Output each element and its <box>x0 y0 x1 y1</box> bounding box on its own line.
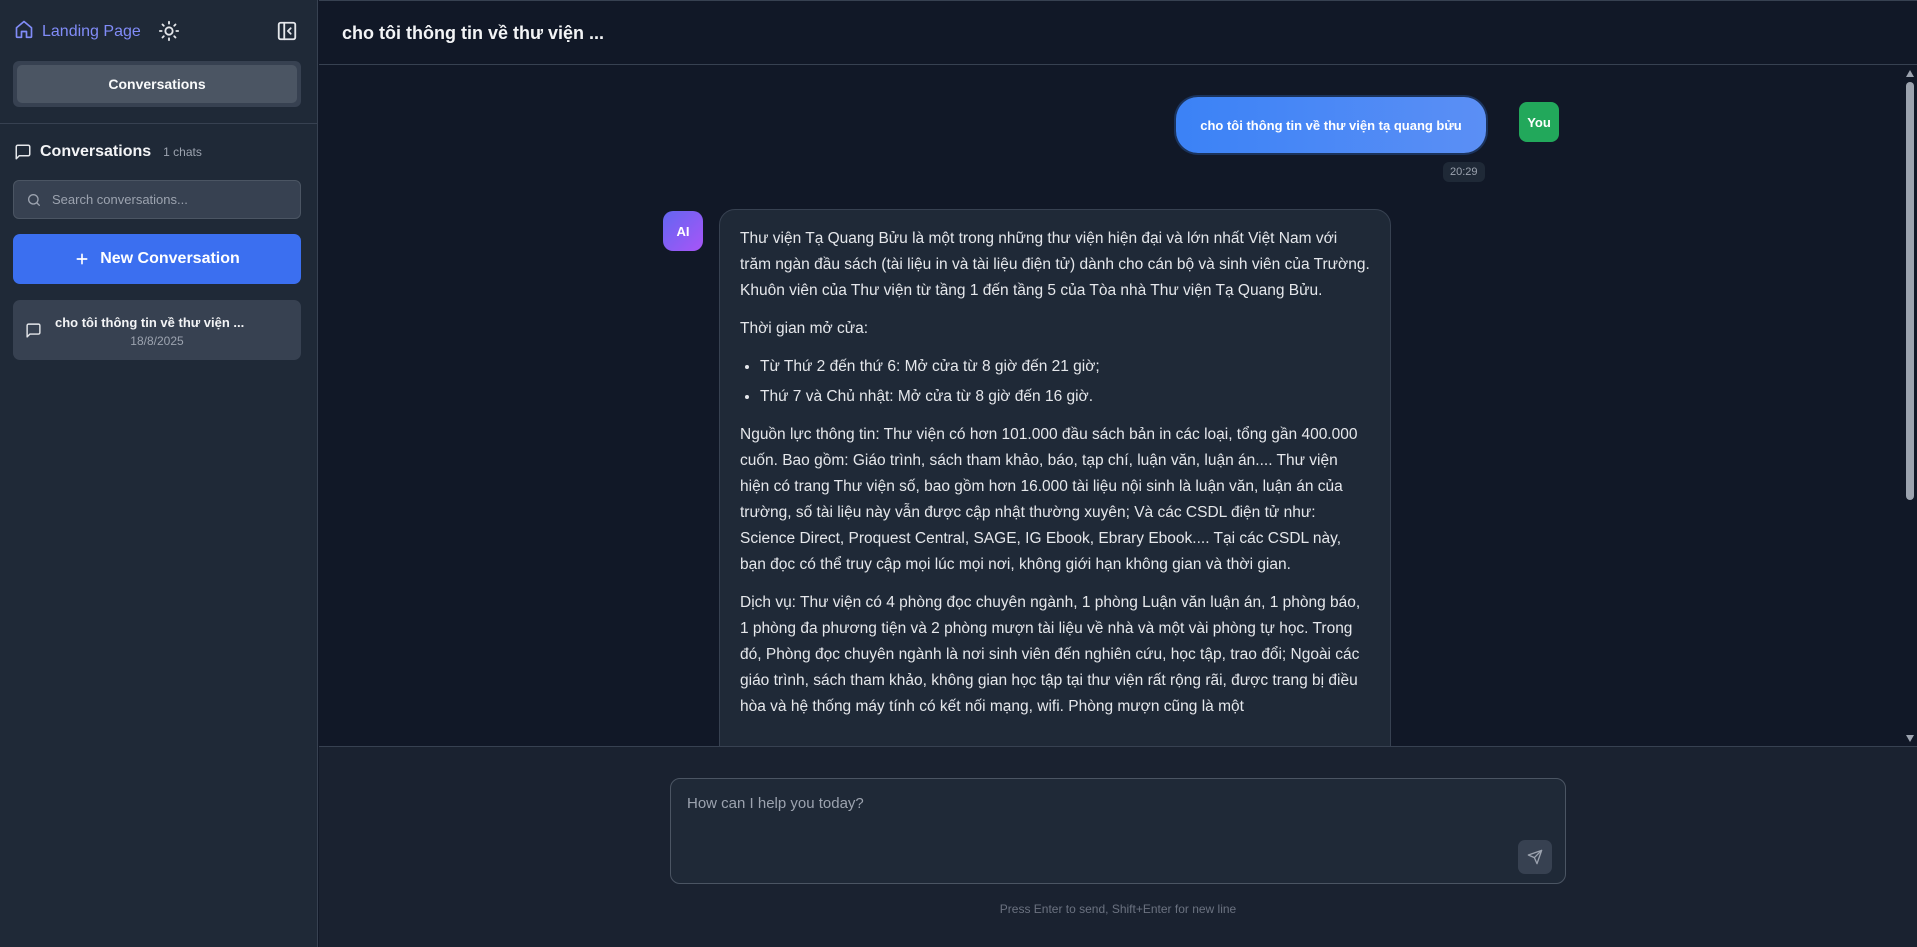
chat-header: cho tôi thông tin về thư viện ... <box>319 0 1917 65</box>
collapse-sidebar-button[interactable] <box>276 20 298 42</box>
scroll-up-arrow[interactable] <box>1906 70 1914 77</box>
scroll-down-arrow[interactable] <box>1906 735 1914 742</box>
conversations-header: Conversations 1 chats <box>14 143 202 161</box>
message-input[interactable] <box>687 795 1537 835</box>
opening-hours-list: Từ Thứ 2 đến thứ 6: Mở cửa từ 8 giờ đến … <box>760 354 1370 410</box>
ai-paragraph: Nguồn lực thông tin: Thư viện có hơn 101… <box>740 426 1358 573</box>
send-icon <box>1527 849 1543 865</box>
conversation-title: cho tôi thông tin về thư viện ... <box>55 315 245 330</box>
list-item: Từ Thứ 2 đến thứ 6: Mở cửa từ 8 giờ đến … <box>760 354 1370 380</box>
sidebar: Landing Page Conversations Conversations… <box>0 0 318 947</box>
conversations-title: Conversations <box>40 143 152 160</box>
sidebar-collapse-icon <box>277 21 297 41</box>
composer-area: Press Enter to send, Shift+Enter for new… <box>319 746 1917 947</box>
theme-toggle-button[interactable] <box>158 20 180 42</box>
ai-message: Thư viện Tạ Quang Bửu là một trong những… <box>719 209 1391 746</box>
conversation-date: 18/8/2025 <box>130 334 184 348</box>
new-conversation-label: New Conversation <box>100 250 240 267</box>
user-avatar: You <box>1519 102 1559 142</box>
brand-label: Landing Page <box>42 22 141 40</box>
view-segment: Conversations <box>13 61 301 107</box>
main-panel: cho tôi thông tin về thư viện ... cho tô… <box>319 0 1917 947</box>
ai-avatar: AI <box>663 211 703 251</box>
chat-title: cho tôi thông tin về thư viện ... <box>342 23 605 43</box>
ai-paragraph: Thư viện Tạ Quang Bửu là một trong những… <box>740 230 1370 299</box>
search-icon <box>28 193 40 206</box>
sun-icon <box>158 20 180 42</box>
conversations-count: 1 chats <box>163 145 202 159</box>
search-input[interactable] <box>52 192 292 207</box>
composer <box>670 778 1566 884</box>
new-conversation-button[interactable]: New Conversation <box>13 234 301 284</box>
ai-paragraph: Thời gian mở cửa: <box>740 320 869 337</box>
scrollbar-thumb[interactable] <box>1906 82 1914 500</box>
conversations-tab[interactable]: Conversations <box>17 65 297 103</box>
list-item: Thứ 7 và Chủ nhật: Mở cửa từ 8 giờ đến 1… <box>760 384 1370 410</box>
home-icon <box>14 19 34 44</box>
conversation-list-item[interactable]: cho tôi thông tin về thư viện ... 18/8/2… <box>13 300 301 360</box>
message-timestamp: 20:29 <box>1443 162 1485 182</box>
plus-icon <box>76 253 88 265</box>
ai-paragraph: Dịch vụ: Thư viện có 4 phòng đọc chuyên … <box>740 594 1361 715</box>
landing-page-link[interactable]: Landing Page <box>14 19 141 44</box>
user-message: cho tôi thông tin về thư viện tạ quang b… <box>1176 97 1486 153</box>
message-list: cho tôi thông tin về thư viện tạ quang b… <box>319 66 1917 746</box>
sidebar-top: Landing Page Conversations <box>0 0 318 124</box>
composer-hint: Press Enter to send, Shift+Enter for new… <box>999 902 1237 916</box>
app-root: Landing Page Conversations Conversations… <box>0 0 1917 947</box>
search-box <box>13 180 301 219</box>
chat-bubble-icon <box>15 144 31 160</box>
send-button[interactable] <box>1518 840 1552 874</box>
chat-scrollbar[interactable] <box>1903 66 1917 746</box>
